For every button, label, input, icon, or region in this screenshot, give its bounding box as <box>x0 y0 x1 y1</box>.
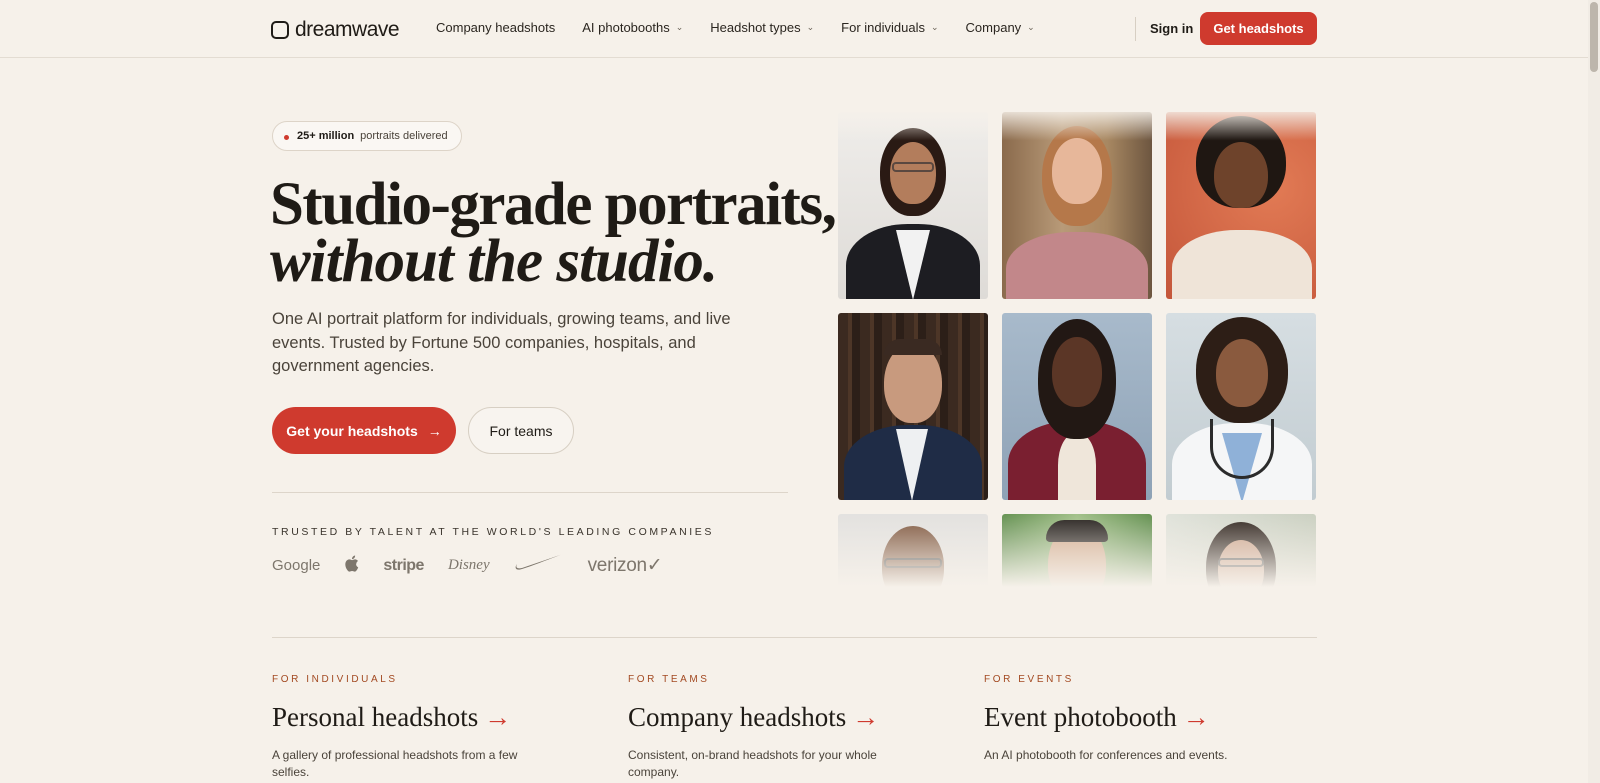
section-description: An AI photobooth for conferences and eve… <box>984 748 1228 762</box>
nav-link-company-headshots[interactable]: Company headshots <box>436 20 555 35</box>
section-title[interactable]: Event photobooth → <box>984 702 1284 733</box>
section-kicker: FOR INDIVIDUALS <box>272 674 398 685</box>
google-logo-icon: Google <box>272 557 321 574</box>
status-dot-icon <box>284 135 289 140</box>
portrait-woman-glasses-black-blazer <box>838 112 988 299</box>
chevron-down-icon: ⌄ <box>1027 22 1035 32</box>
nav-divider <box>1135 17 1136 41</box>
top-nav: dreamwave Company headshots AI photoboot… <box>0 0 1588 58</box>
portrait-woman-braids-burgundy-blazer <box>1002 313 1152 500</box>
get-headshots-button[interactable]: Get headshots <box>1200 12 1317 45</box>
portrait-woman-auburn-pink-sweater <box>1002 112 1152 299</box>
for-teams-button[interactable]: For teams <box>468 407 574 454</box>
portrait-grid <box>838 112 1318 587</box>
nav-links: Company headshots AI photobooths ⌄ Heads… <box>436 20 1062 35</box>
scrollbar[interactable] <box>1588 0 1600 783</box>
section-title-text: Event photobooth <box>984 702 1177 732</box>
nav-link-headshot-types[interactable]: Headshot types ⌄ <box>710 20 814 35</box>
divider <box>272 637 1317 638</box>
nav-link-label: AI photobooths <box>582 20 670 35</box>
section-title[interactable]: Personal headshots → <box>272 702 572 733</box>
section-description: A gallery of professional headshots from… <box>272 748 518 779</box>
nav-link-label: For individuals <box>841 20 925 35</box>
section-title-text: Personal headshots <box>272 702 479 732</box>
sign-in-link[interactable]: Sign in <box>1150 21 1193 36</box>
nav-link-label: Headshot types <box>710 20 801 35</box>
arrow-right-icon: → <box>852 702 880 732</box>
portrait-woman-doctor-stethoscope <box>1166 313 1316 500</box>
nav-link-label: Company <box>965 20 1022 35</box>
portrait-woman-curly-orange-bg <box>1166 112 1316 299</box>
nav-link-label: Company headshots <box>436 20 556 35</box>
disney-logo-icon: Disney <box>447 557 490 573</box>
apple-logo-icon <box>344 555 359 577</box>
portrait-woman-glasses-light-bg <box>1166 514 1316 587</box>
button-label: Get your headshots <box>286 422 418 439</box>
company-logos-row: Google stripe Disney verizon✓ <box>272 553 686 578</box>
nav-link-company[interactable]: Company ⌄ <box>966 20 1035 35</box>
section-kicker: FOR TEAMS <box>628 674 710 685</box>
badge-count: 25+ million <box>297 130 355 142</box>
logo-mark-icon <box>271 21 289 39</box>
arrow-right-icon: → <box>427 422 442 439</box>
chevron-down-icon: ⌄ <box>930 22 939 32</box>
stripe-logo-icon: stripe <box>383 556 424 574</box>
chevron-down-icon: ⌄ <box>806 22 815 32</box>
company-headshots-section[interactable]: FOR TEAMS Company headshots → Consistent,… <box>628 674 928 781</box>
event-photobooth-section[interactable]: FOR EVENTS Event photobooth → An AI photo… <box>984 674 1284 764</box>
divider <box>272 492 788 493</box>
nav-link-for-individuals[interactable]: For individuals ⌄ <box>841 20 938 35</box>
arrow-right-icon: → <box>484 702 512 732</box>
trusted-by-label: TRUSTED BY TALENT AT THE WORLD'S LEADING… <box>272 526 715 538</box>
arrow-right-icon: → <box>1182 702 1210 732</box>
portrait-man-green-bg <box>1002 514 1152 587</box>
hero-description: One AI portrait platform for individuals… <box>272 310 731 375</box>
portrait-man-glasses <box>838 514 988 587</box>
badge-text: portraits delivered <box>360 130 448 142</box>
personal-headshots-section[interactable]: FOR INDIVIDUALS Personal headshots → A ga… <box>272 674 572 781</box>
hero-title-line2: without the studio. <box>270 228 718 295</box>
section-description: Consistent, on-brand headshots for your … <box>628 748 877 779</box>
get-your-headshots-button[interactable]: Get your headshots → <box>272 407 456 454</box>
chevron-down-icon: ⌄ <box>675 22 684 32</box>
portraits-delivered-badge: 25+ million portraits delivered <box>272 121 462 151</box>
portrait-man-navy-suit-library <box>838 313 988 500</box>
section-title-text: Company headshots <box>628 702 847 732</box>
brand-logo[interactable]: dreamwave <box>271 18 400 42</box>
brand-name: dreamwave <box>295 18 400 41</box>
nav-link-ai-photobooths[interactable]: AI photobooths ⌄ <box>582 20 683 35</box>
section-title[interactable]: Company headshots → <box>628 702 928 733</box>
verizon-logo-icon: verizon✓ <box>587 555 663 576</box>
scrollbar-thumb[interactable] <box>1590 2 1598 72</box>
nike-logo-icon <box>514 553 564 578</box>
section-kicker: FOR EVENTS <box>984 674 1074 685</box>
